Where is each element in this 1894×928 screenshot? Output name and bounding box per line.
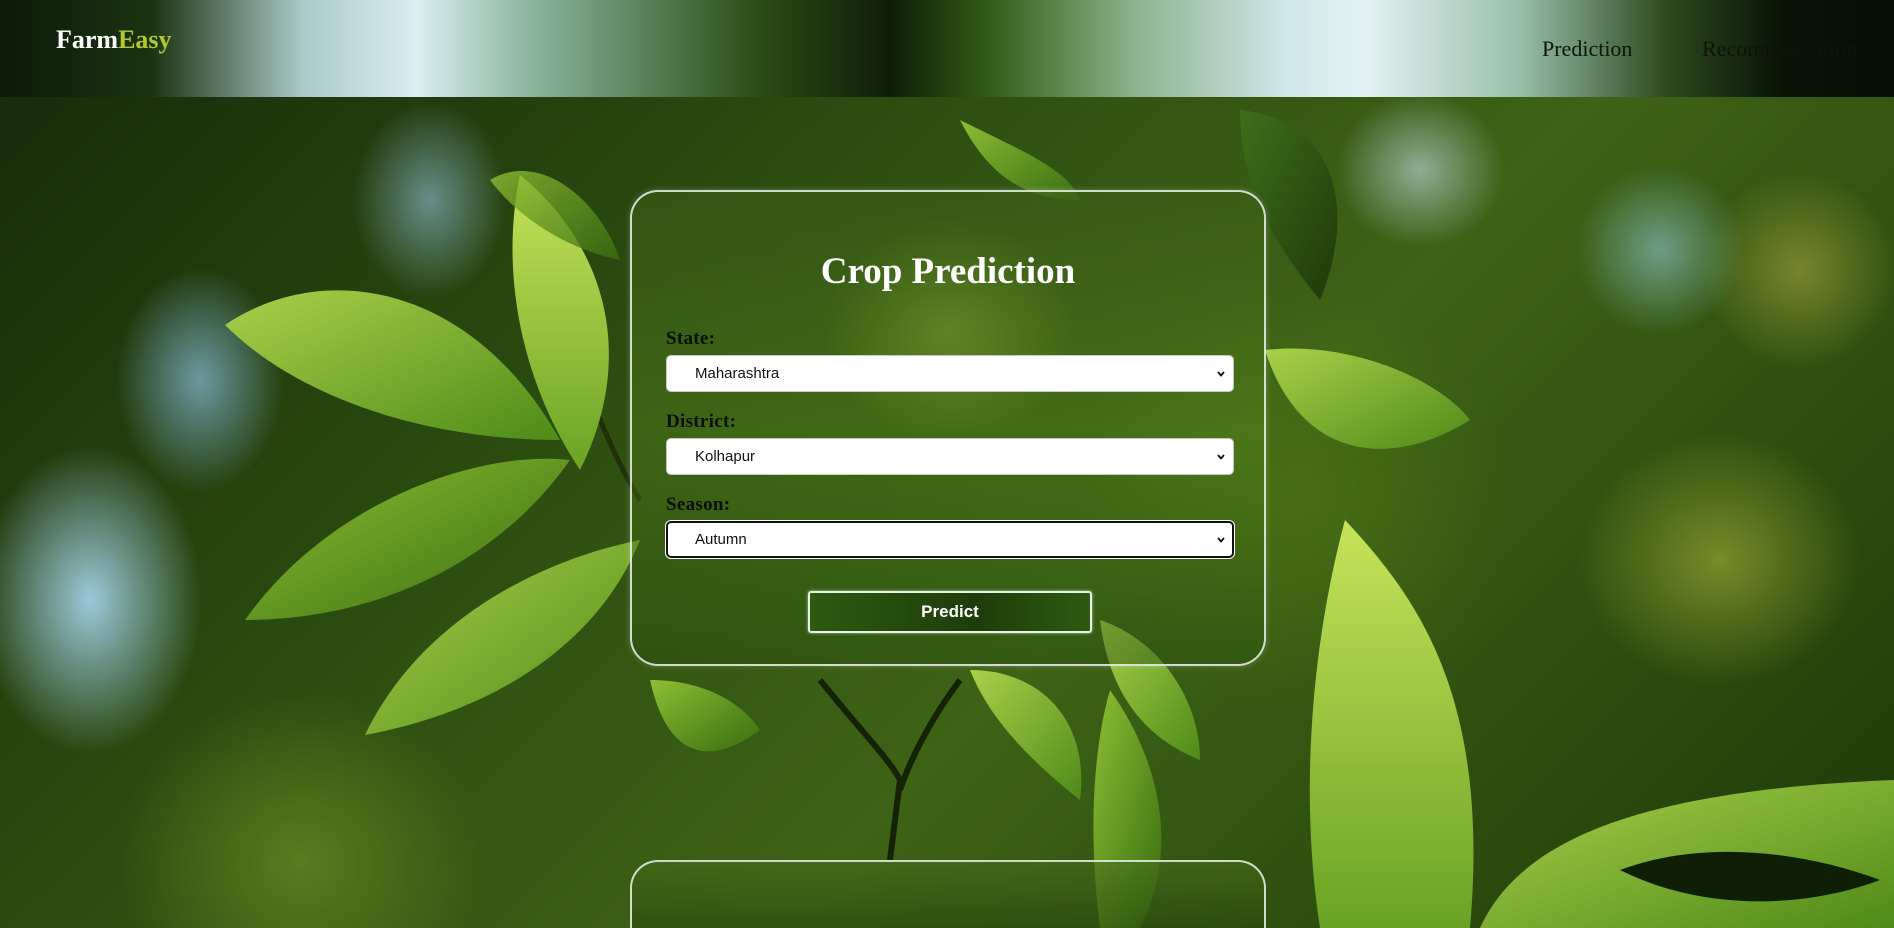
predict-button[interactable]: Predict [808, 591, 1092, 633]
logo-text-farm: Farm [56, 25, 119, 54]
form-title: Crop Prediction [820, 251, 1076, 292]
top-navbar: FarmEasy Prediction Recommendation [0, 0, 1894, 97]
district-label: District: [666, 411, 737, 432]
nav-link-recommendation[interactable]: Recommendation [1702, 36, 1857, 62]
chevron-down-icon [1217, 454, 1225, 460]
season-select[interactable]: Autumn [666, 521, 1234, 558]
state-select-value: Maharashtra [695, 365, 780, 382]
district-select[interactable]: Kolhapur [666, 438, 1234, 475]
crop-prediction-form-card: Crop Prediction State: Maharashtra Distr… [630, 190, 1266, 666]
season-label: Season: [666, 494, 731, 515]
farmeasy-logo[interactable]: FarmEasy [56, 25, 172, 55]
nav-link-prediction[interactable]: Prediction [1542, 36, 1632, 62]
chevron-down-icon [1217, 371, 1225, 377]
logo-text-easy: Easy [118, 25, 172, 54]
state-select[interactable]: Maharashtra [666, 355, 1234, 392]
season-select-value: Autumn [695, 531, 747, 548]
district-select-value: Kolhapur [695, 448, 756, 465]
state-label: State: [666, 328, 716, 349]
chevron-down-icon [1217, 537, 1225, 543]
results-card [630, 860, 1266, 928]
